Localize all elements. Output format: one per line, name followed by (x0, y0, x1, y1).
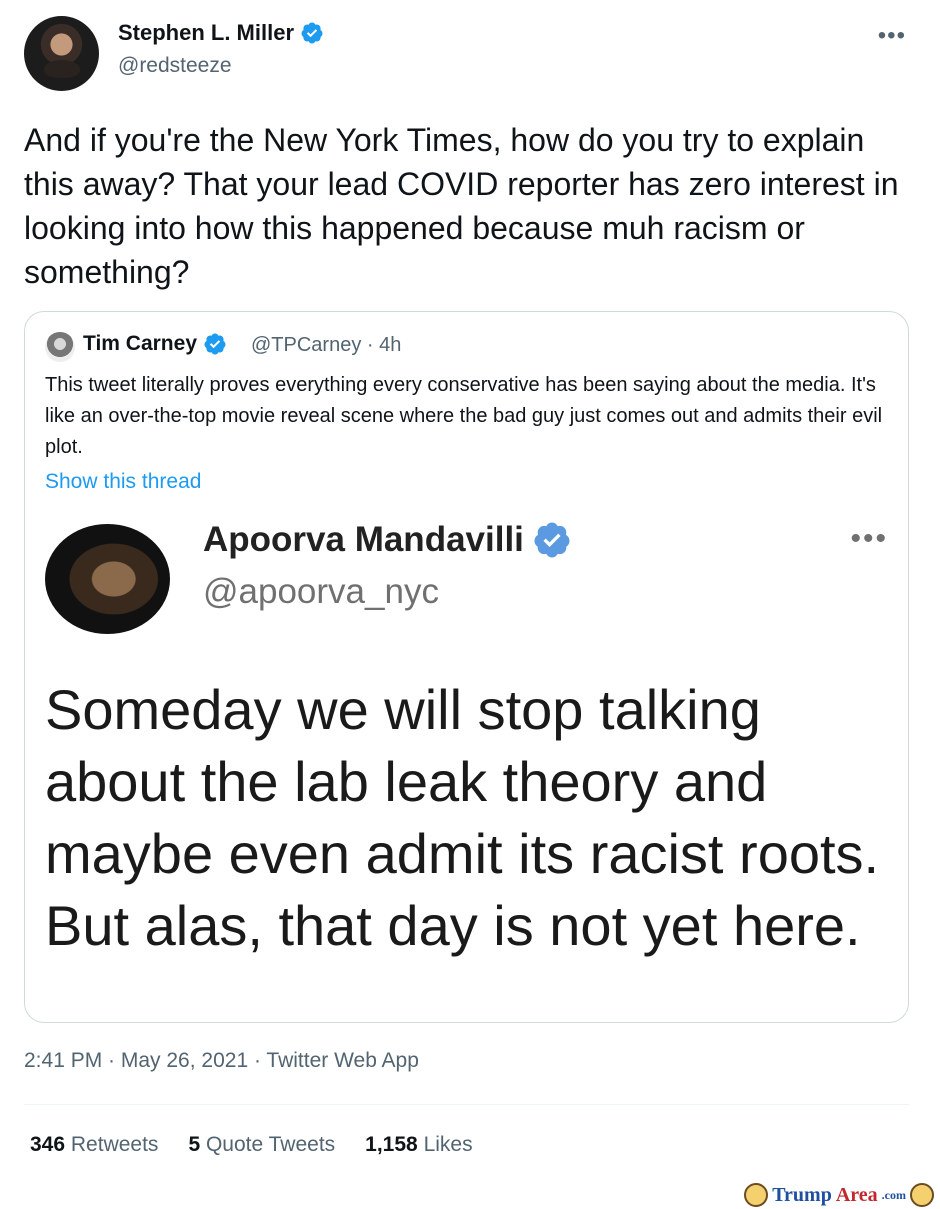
quote-author-name[interactable]: Tim Carney (83, 332, 197, 356)
author-handle[interactable]: @redsteeze (118, 54, 232, 78)
quote-text: This tweet literally proves everything e… (45, 374, 883, 458)
verified-badge-icon (301, 22, 323, 44)
quote-author-meta[interactable]: @TPCarney · 4h (251, 334, 401, 357)
tweet-timestamp[interactable]: 2:41 PM · May 26, 2021 · Twitter Web App (24, 1049, 419, 1073)
author-avatar[interactable] (24, 16, 99, 91)
author-name[interactable]: Stephen L. Miller (118, 20, 294, 46)
watermark-part1: Trump (772, 1183, 832, 1206)
likes-count: 1,158 (365, 1133, 418, 1156)
show-thread-link[interactable]: Show this thread (45, 470, 201, 494)
more-horizontal-icon[interactable]: ••• (878, 22, 906, 50)
author-name-row[interactable]: Stephen L. Miller (118, 20, 324, 46)
likes-stat[interactable]: 1,158 Likes (365, 1133, 472, 1157)
embedded-author-name: Apoorva Mandavilli (203, 520, 524, 559)
retweets-stat[interactable]: 346 Retweets (30, 1133, 158, 1157)
likes-label: Likes (423, 1133, 473, 1156)
divider (24, 1104, 909, 1105)
embedded-author-handle: @apoorva_nyc (203, 572, 439, 611)
embedded-tweet-screenshot: Apoorva Mandavilli @apoorva_nyc ••• Some… (25, 512, 908, 1022)
embedded-author-avatar (45, 524, 170, 634)
retweets-count: 346 (30, 1133, 66, 1156)
verified-badge-icon (204, 333, 226, 355)
retweets-label: Retweets (70, 1133, 159, 1156)
quoted-tweet[interactable]: Tim Carney @TPCarney · 4h This tweet lit… (24, 311, 909, 1023)
quotes-stat[interactable]: 5 Quote Tweets (188, 1133, 335, 1157)
more-horizontal-icon: ••• (850, 522, 888, 555)
quote-author-avatar[interactable] (45, 332, 75, 362)
embedded-tweet-text: Someday we will stop talking about the l… (45, 678, 880, 957)
embedded-author-name-row: Apoorva Mandavilli (203, 520, 572, 560)
watermark-part2: Area (835, 1183, 878, 1206)
tweet-text: And if you're the New York Times, how do… (24, 122, 899, 290)
site-watermark: Trump Area .com (744, 1183, 934, 1207)
verified-badge-icon (534, 522, 570, 558)
quote-author-name-row[interactable]: Tim Carney (83, 332, 227, 356)
watermark-part3: .com (881, 1187, 906, 1202)
quotes-label: Quote Tweets (205, 1133, 336, 1156)
engagement-stats: 346 Retweets 5 Quote Tweets 1,158 Likes (30, 1133, 473, 1157)
caricature-icon (744, 1183, 769, 1207)
quotes-count: 5 (188, 1133, 201, 1156)
tweet-detail: Stephen L. Miller @redsteeze ••• And if … (0, 0, 940, 1209)
caricature-icon (910, 1183, 934, 1207)
